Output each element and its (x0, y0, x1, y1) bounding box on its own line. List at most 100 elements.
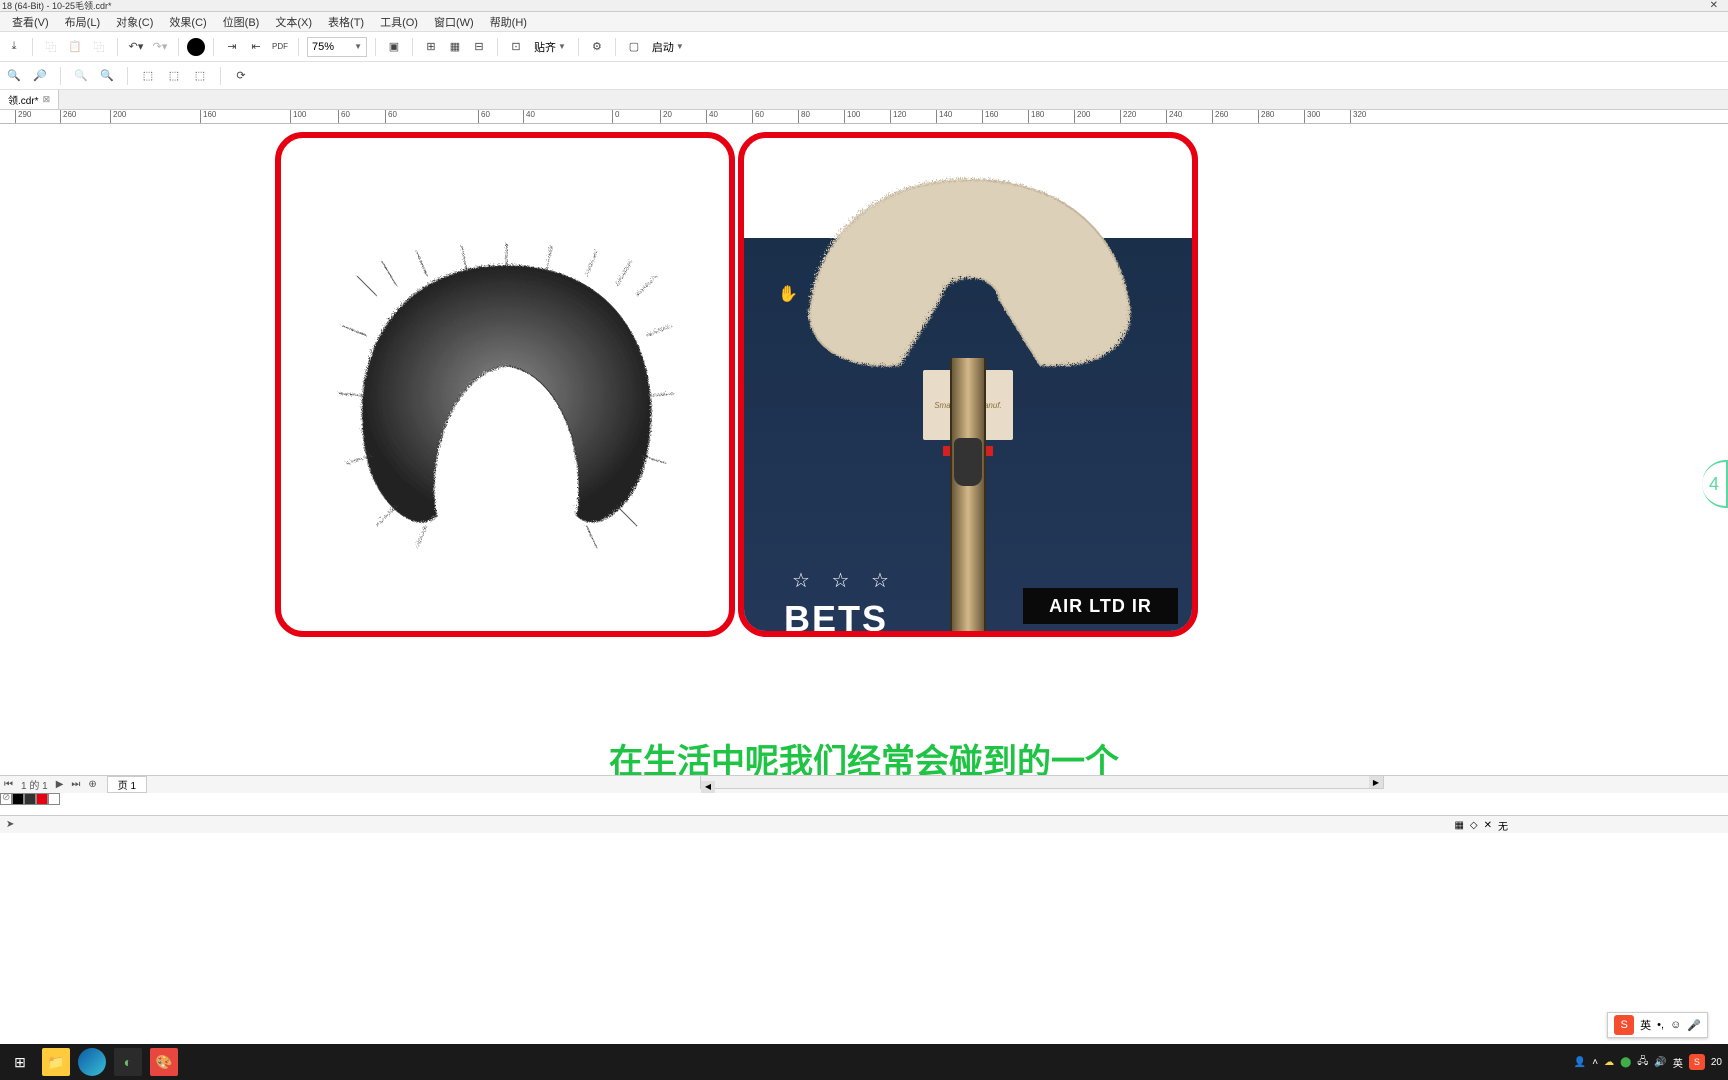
separator (220, 67, 221, 85)
page-tab-label: 页 1 (118, 781, 136, 792)
coreldraw-icon[interactable]: 🎨 (150, 1048, 178, 1076)
fullscreen-icon[interactable]: ▣ (384, 37, 404, 57)
color-swatch[interactable] (12, 793, 24, 805)
side-badge-number: 4 (1709, 474, 1719, 495)
menu-help[interactable]: 帮助(H) (482, 14, 535, 30)
record-icon[interactable] (187, 38, 205, 56)
ime-lang[interactable]: 英 (1640, 1017, 1651, 1033)
export-icon[interactable]: ⤓ (4, 37, 24, 57)
zoom-combo[interactable]: 75% ▼ (307, 37, 367, 57)
tray-chevron-up-icon[interactable]: ˄ (1592, 1057, 1598, 1068)
menu-table[interactable]: 表格(T) (320, 14, 372, 30)
ime-emoji-icon[interactable]: ☺ (1670, 1019, 1681, 1031)
menu-text[interactable]: 文本(X) (267, 14, 320, 30)
page-first-icon[interactable]: ⏮ (0, 779, 17, 790)
page-tab[interactable]: 页 1 (107, 776, 147, 793)
horizontal-scrollbar[interactable]: ◀ ▶ (700, 775, 1384, 789)
zoom-selection-icon[interactable]: 🔍 (71, 66, 91, 86)
menu-view[interactable]: 查看(V) (4, 14, 57, 30)
tray-time[interactable]: 20 (1711, 1057, 1722, 1068)
tray-volume-icon[interactable]: 🔊 (1654, 1057, 1666, 1068)
separator (32, 38, 33, 56)
tray-people-icon[interactable]: 👤 (1574, 1057, 1586, 1068)
menu-tools[interactable]: 工具(O) (372, 14, 426, 30)
zoom-page-icon[interactable]: ⬚ (138, 66, 158, 86)
file-explorer-icon[interactable]: 📁 (42, 1048, 70, 1076)
close-icon[interactable]: ✕ (1484, 820, 1492, 831)
export2-icon[interactable]: ⇤ (246, 37, 266, 57)
close-tab-icon[interactable]: ⊠ (43, 94, 51, 105)
clone-icon[interactable]: ⿻ (89, 37, 109, 57)
tray-shield-icon[interactable]: ⬤ (1620, 1057, 1631, 1068)
zoom-value: 75% (312, 41, 334, 53)
jacket-photo: Small River Manuf. ☆ ☆ ☆ BETS AIR LTD IR (744, 238, 1192, 637)
document-tab[interactable]: 领.cdr* ⊠ (0, 90, 59, 109)
ime-punct-icon[interactable]: •, (1657, 1019, 1664, 1031)
app-icon[interactable]: ◐ (114, 1048, 142, 1076)
tray-cloud-icon[interactable]: ☁ (1604, 1057, 1614, 1068)
page-pos: 1 的 1 (17, 777, 52, 792)
color-swatch[interactable] (24, 793, 36, 805)
menu-layout[interactable]: 布局(L) (57, 14, 108, 30)
tray-sogou-icon[interactable]: S (1689, 1054, 1705, 1070)
page-add-icon[interactable]: ⊕ (84, 779, 100, 790)
redo-icon[interactable]: ↷▾ (150, 37, 170, 57)
color-swatch[interactable] (48, 793, 60, 805)
separator (117, 38, 118, 56)
pdf-icon[interactable]: PDF (270, 37, 290, 57)
fill-none-label: 无 (1498, 818, 1508, 833)
scroll-right-icon[interactable]: ▶ (1369, 776, 1383, 788)
ime-mic-icon[interactable]: 🎤 (1687, 1019, 1701, 1032)
menu-effects[interactable]: 效果(C) (161, 14, 214, 30)
zoom-width-icon[interactable]: ⬚ (164, 66, 184, 86)
tray-ime-lang[interactable]: 英 (1673, 1055, 1683, 1070)
bets-text: BETS (784, 598, 888, 637)
page-last-icon[interactable]: ⏭ (67, 779, 84, 790)
separator (412, 38, 413, 56)
color-none-icon[interactable]: ⊘ (0, 793, 12, 805)
window-control-icon[interactable]: ✕ (1710, 0, 1718, 12)
taskview-icon[interactable]: ⊞ (6, 1048, 34, 1076)
snap-toggle-icon[interactable]: ⊡ (506, 37, 526, 57)
rulers-icon[interactable]: ⊞ (421, 37, 441, 57)
page-next-icon[interactable]: ▶ (52, 779, 68, 790)
separator (615, 38, 616, 56)
separator (213, 38, 214, 56)
menu-object[interactable]: 对象(C) (108, 14, 161, 30)
separator (127, 67, 128, 85)
launch-dropdown[interactable]: 启动 ▼ (648, 37, 688, 57)
edge-browser-icon[interactable] (78, 1048, 106, 1076)
horizontal-ruler[interactable]: 290260 200160 10060 6060 400 2040 6080 1… (0, 110, 1728, 124)
copy-icon[interactable]: ⿻ (41, 37, 61, 57)
color-swatch[interactable] (36, 793, 48, 805)
fill-none-icon[interactable]: ◇ (1470, 820, 1478, 831)
paste-icon[interactable]: 📋 (65, 37, 85, 57)
ime-toolbar[interactable]: S 英 •, ☺ 🎤 (1607, 1012, 1708, 1038)
undo-icon[interactable]: ↶▾ (126, 37, 146, 57)
import-icon[interactable]: ⇥ (222, 37, 242, 57)
doc-palette-icon[interactable]: ▦ (1454, 820, 1463, 831)
window-title: 18 (64-Bit) - 10-25毛领.cdr* (2, 1, 112, 11)
zoom-out-icon[interactable]: 🔎 (30, 66, 50, 86)
tray-network-icon[interactable]: 🖧 (1637, 1054, 1648, 1071)
fur-collar-artwork (325, 234, 685, 554)
zoom-in-icon[interactable]: 🔍 (4, 66, 24, 86)
artwork-frame-left[interactable] (275, 132, 735, 637)
sogou-icon[interactable]: S (1614, 1015, 1634, 1035)
menu-window[interactable]: 窗口(W) (426, 14, 482, 30)
artwork-frame-right[interactable]: Small River Manuf. ☆ ☆ ☆ BETS AIR LTD IR (738, 132, 1198, 637)
color-palette: ⊘ (0, 793, 1728, 805)
zoom-all-icon[interactable]: 🔍 (97, 66, 117, 86)
launch-box-icon[interactable]: ▢ (624, 37, 644, 57)
guides-icon[interactable]: ⊟ (469, 37, 489, 57)
menu-bitmap[interactable]: 位图(B) (215, 14, 268, 30)
canvas[interactable]: Small River Manuf. ☆ ☆ ☆ BETS AIR LTD IR… (0, 124, 1728, 772)
snap-dropdown[interactable]: 贴齐 ▼ (530, 37, 570, 57)
status-cursor-icon: ➤ (0, 819, 20, 830)
refresh-icon[interactable]: ⟳ (231, 66, 251, 86)
grid-icon[interactable]: ▦ (445, 37, 465, 57)
scroll-left-icon[interactable]: ◀ (701, 781, 715, 793)
zoom-height-icon[interactable]: ⬚ (190, 66, 210, 86)
options-icon[interactable]: ⚙ (587, 37, 607, 57)
document-tab-label: 领.cdr* (8, 92, 39, 107)
